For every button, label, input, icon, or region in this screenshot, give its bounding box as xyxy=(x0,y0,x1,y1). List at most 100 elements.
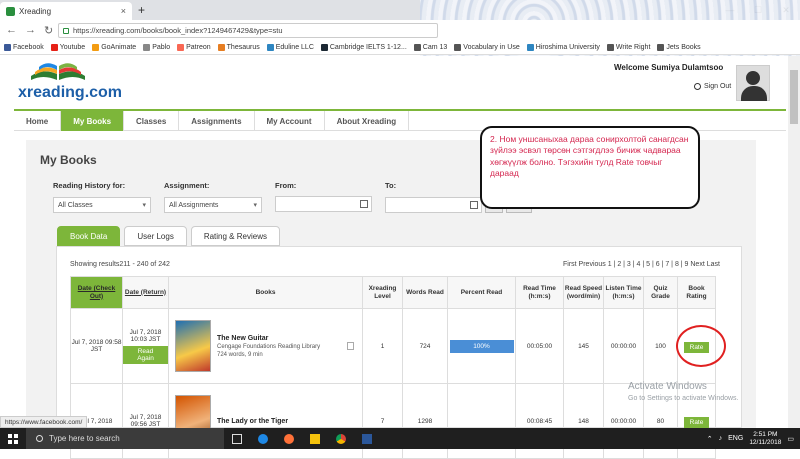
task-view-icon[interactable] xyxy=(224,428,250,449)
bookmark-label: Facebook xyxy=(13,43,44,51)
listen-time-value: 00:00:00 xyxy=(603,308,644,384)
reading-history-select[interactable]: All Classes xyxy=(53,197,151,213)
language-indicator[interactable]: ENG xyxy=(728,435,743,442)
header-level[interactable]: Xreading Level xyxy=(362,276,403,309)
bookmark-label: GoAnimate xyxy=(101,43,137,51)
bookmark-label: Patreon xyxy=(186,43,211,51)
bookmark-favicon-icon xyxy=(266,43,274,51)
forward-icon[interactable]: → xyxy=(25,24,36,36)
bookmark-item[interactable]: Thesaurus xyxy=(217,43,260,51)
menu-item-assignments[interactable]: Assignments xyxy=(179,111,255,131)
header-listen-time[interactable]: Listen Time (h:m:s) xyxy=(603,276,644,309)
bookmark-item[interactable]: Hiroshima University xyxy=(526,43,600,51)
network-icon[interactable]: ⌃ xyxy=(707,435,713,443)
trash-icon[interactable] xyxy=(347,342,354,350)
tab-rating-reviews[interactable]: Rating & Reviews xyxy=(190,226,280,246)
activate-windows-watermark: Activate Windows xyxy=(628,381,707,392)
assignment-select[interactable]: All Assignments xyxy=(164,197,262,213)
menu-item-classes[interactable]: Classes xyxy=(124,111,180,131)
taskbar-search[interactable]: Type here to search xyxy=(26,428,224,449)
bookmark-item[interactable]: Youtube xyxy=(50,43,85,51)
from-date-input[interactable] xyxy=(275,196,372,212)
search-icon xyxy=(36,435,43,442)
tab-user-logs[interactable]: User Logs xyxy=(124,226,187,246)
back-icon[interactable]: ← xyxy=(6,24,17,36)
results-count: Showing results211 - 240 of 242 xyxy=(70,261,170,268)
chrome-icon[interactable] xyxy=(328,428,354,449)
new-tab-icon[interactable]: + xyxy=(138,3,145,17)
return-cell: Jul 7, 2018 10:03 JST Read Again xyxy=(122,308,169,384)
menu-item-my-books[interactable]: My Books xyxy=(61,111,125,131)
bookmark-favicon-icon xyxy=(92,43,100,51)
bookmark-favicon-icon xyxy=(454,43,462,51)
book-cover-image[interactable] xyxy=(175,320,211,372)
bookmark-item[interactable]: Patreon xyxy=(177,43,211,51)
logo-text[interactable]: xreading.com xyxy=(18,84,122,102)
bookmark-item[interactable]: Facebook xyxy=(4,43,44,51)
reload-icon[interactable]: ↻ xyxy=(44,24,53,37)
bookmark-item[interactable]: Cam 13 xyxy=(413,43,447,51)
close-tab-icon[interactable]: × xyxy=(121,6,126,16)
percent-cell: 100% xyxy=(447,308,516,384)
header-quiz[interactable]: Quiz Grade xyxy=(643,276,678,309)
calendar-icon[interactable] xyxy=(470,201,478,209)
level-value: 1 xyxy=(362,308,403,384)
file-explorer-icon[interactable] xyxy=(302,428,328,449)
to-date-input[interactable] xyxy=(385,197,482,213)
tab-title: Xreading xyxy=(19,6,52,16)
avatar xyxy=(736,65,770,101)
header-read-speed[interactable]: Read Speed (word/min) xyxy=(563,276,604,309)
bookmark-item[interactable]: Cambridge IELTS 1-12... xyxy=(320,43,407,51)
scrollbar-thumb[interactable] xyxy=(790,70,798,124)
pagination[interactable]: First Previous 1 | 2 | 3 | 4 | 5 | 6 | 7… xyxy=(563,261,720,268)
bookmark-item[interactable]: Eduline LLC xyxy=(266,43,314,51)
start-button[interactable] xyxy=(0,428,26,449)
book-meta: 724 words, 9 min xyxy=(217,351,263,358)
bookmark-label: Pablo xyxy=(152,43,171,51)
power-icon xyxy=(694,83,701,90)
bookmark-favicon-icon xyxy=(143,43,151,51)
header-books[interactable]: Books xyxy=(168,276,363,309)
volume-icon[interactable]: ♪ xyxy=(719,435,723,442)
word-icon[interactable] xyxy=(354,428,380,449)
notifications-icon[interactable]: ▭ xyxy=(787,435,794,443)
book-title[interactable]: The New Guitar xyxy=(217,335,320,342)
activate-windows-subtext: Go to Settings to activate Windows. xyxy=(628,395,739,402)
bookmark-item[interactable]: Write Right xyxy=(606,43,650,51)
firefox-icon[interactable] xyxy=(276,428,302,449)
header-date-return[interactable]: Date (Return) xyxy=(122,276,169,309)
address-url: https://xreading.com/books/book_index?12… xyxy=(73,26,283,35)
percent-bar: 100% xyxy=(449,339,514,353)
page-scrollbar[interactable] xyxy=(788,56,800,428)
bookmark-item[interactable]: GoAnimate xyxy=(92,43,137,51)
page-title: My Books xyxy=(40,153,97,167)
address-bar[interactable]: https://xreading.com/books/book_index?12… xyxy=(58,23,438,38)
bookmark-item[interactable]: Vocabulary in Use xyxy=(454,43,520,51)
book-title[interactable]: The Lady or the Tiger xyxy=(217,418,288,425)
welcome-text: Welcome Sumiya Dulamtsoo xyxy=(614,63,724,72)
lock-icon xyxy=(63,27,69,34)
sign-out-link[interactable]: Sign Out xyxy=(694,83,731,90)
menu-item-home[interactable]: Home xyxy=(14,111,62,131)
bookmark-favicon-icon xyxy=(177,43,185,51)
clock[interactable]: 2:51 PM 12/11/2018 xyxy=(749,431,781,447)
edge-icon[interactable] xyxy=(250,428,276,449)
header-percent[interactable]: Percent Read xyxy=(447,276,516,309)
browser-tab[interactable]: Xreading × xyxy=(0,2,132,20)
menu-item-my-account[interactable]: My Account xyxy=(255,111,325,131)
header-words[interactable]: Words Read xyxy=(402,276,448,309)
rate-button[interactable]: Rate xyxy=(683,417,710,428)
header-date-checkout[interactable]: Date (Check Out) xyxy=(70,276,123,309)
from-label: From: xyxy=(275,181,297,190)
bookmark-item[interactable]: Pablo xyxy=(143,43,171,51)
read-again-button[interactable]: Read Again xyxy=(123,345,168,364)
table-row: Jul 7, 2018 09:58 JST Jul 7, 2018 10:03 … xyxy=(70,308,716,384)
header-rating[interactable]: Book Rating xyxy=(677,276,716,309)
header-read-time[interactable]: Read Time (h:m:s) xyxy=(515,276,564,309)
bookmark-item[interactable]: Jets Books xyxy=(657,43,701,51)
system-tray: ⌃ ♪ ENG 2:51 PM 12/11/2018 ▭ xyxy=(707,431,800,447)
calendar-icon[interactable] xyxy=(360,200,368,208)
bookmark-favicon-icon xyxy=(413,43,421,51)
tab-book-data[interactable]: Book Data xyxy=(57,226,121,246)
menu-item-about-xreading[interactable]: About Xreading xyxy=(325,111,410,131)
